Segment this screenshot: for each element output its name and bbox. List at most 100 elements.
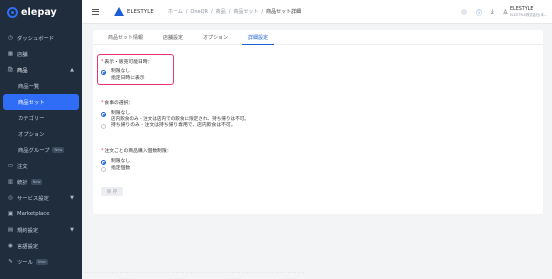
radio-button[interactable] bbox=[101, 69, 106, 75]
section-title: *注文ごとの商品購入個数制限： bbox=[101, 149, 172, 154]
document-icon: ▤ bbox=[7, 227, 14, 233]
breadcrumb-home[interactable]: ホーム bbox=[168, 8, 183, 15]
sidebar-subitem-product-list[interactable]: 商品一覧 bbox=[0, 78, 82, 94]
breadcrumb-oneqr[interactable]: OneQR bbox=[190, 9, 208, 15]
sidebar-subitem-label: カテゴリー bbox=[18, 116, 45, 122]
sidebar-item-label: 統計 bbox=[17, 180, 28, 186]
radio-label: 指定個数 bbox=[111, 166, 131, 171]
sidebar-item-products[interactable]: 🛍 商品 ▲ bbox=[0, 62, 82, 78]
sidebar-subitem-label: オプション bbox=[18, 132, 45, 138]
chevron-up-icon: ▲ bbox=[70, 67, 74, 73]
header-actions: ⓘ ⤓ ♙ ELESTYLE ELESTYLE株式会社(本... bbox=[460, 0, 547, 24]
dashboard-icon: ◷ bbox=[8, 35, 13, 41]
logo-text: elepay bbox=[21, 6, 57, 18]
display-time-section: *表示・販売可能日時： 制限なし 指定日時に表示 bbox=[101, 58, 152, 82]
user-icon: ♙ bbox=[502, 8, 509, 16]
menu-toggle-icon[interactable] bbox=[92, 8, 99, 15]
store-icon: ▦ bbox=[7, 51, 14, 57]
sidebar-item-orders[interactable]: ▭ 注文 bbox=[0, 158, 82, 174]
user-menu[interactable]: ELESTYLE ELESTYLE株式会社(本... bbox=[510, 7, 547, 17]
chevron-down-icon: ▼ bbox=[70, 195, 74, 201]
sidebar-item-stores[interactable]: ▦ 店舗 bbox=[0, 46, 82, 62]
new-badge: New bbox=[35, 259, 48, 265]
sidebar-subitem-product-groups[interactable]: 商品グループ New bbox=[0, 142, 82, 158]
globe-icon: ◉ bbox=[8, 243, 13, 249]
sidebar-item-terms[interactable]: ▤ 規約設定 ▼ bbox=[0, 222, 82, 238]
sidebar-item-label: 商品 bbox=[17, 68, 28, 74]
shopping-bag-icon: 🛍 bbox=[7, 67, 14, 73]
breadcrumb-products[interactable]: 商品 bbox=[216, 8, 226, 15]
radio-button[interactable] bbox=[101, 159, 106, 165]
app-root: elepay ◷ ダッシュボード ▦ 店舗 🛍 商品 ▲ 商品一覧 商品セット bbox=[0, 0, 552, 279]
marketplace-icon: ▣ bbox=[7, 211, 14, 217]
sidebar-item-dashboard[interactable]: ◷ ダッシュボード bbox=[0, 30, 82, 46]
sidebar-item-tools[interactable]: ✎ ツール New bbox=[0, 254, 82, 270]
breadcrumb-product-sets[interactable]: 商品セット bbox=[233, 8, 258, 15]
tab-options[interactable]: オプション bbox=[193, 30, 238, 44]
help-icon[interactable]: ⓘ bbox=[476, 8, 482, 17]
radio-label: 制限なし bbox=[111, 69, 131, 74]
receipt-icon: ▭ bbox=[7, 163, 14, 169]
chart-icon: ▥ bbox=[7, 179, 14, 185]
sidebar-subitem-label: 商品セット bbox=[18, 100, 45, 106]
sidebar-item-service-settings[interactable]: ◎ サービス設定 ▼ bbox=[0, 190, 82, 206]
sidebar-item-label: サービス設定 bbox=[17, 196, 49, 202]
chevron-down-icon: ▼ bbox=[70, 227, 74, 233]
elepay-logo-icon bbox=[7, 6, 18, 18]
radio-button[interactable] bbox=[101, 123, 106, 129]
radio-button[interactable] bbox=[101, 166, 106, 172]
sidebar-item-label: 店舗 bbox=[17, 52, 28, 58]
brand: ELESTYLE bbox=[114, 7, 154, 16]
sidebar-item-label: ダッシュボード bbox=[17, 36, 55, 42]
logo[interactable]: elepay bbox=[0, 0, 82, 24]
notification-icon[interactable] bbox=[460, 9, 467, 15]
sidebar-item-label: ツール bbox=[17, 260, 33, 266]
sidebar-subitem-label: 商品グループ bbox=[18, 148, 50, 154]
sidebar-item-label: 言語設定 bbox=[17, 244, 39, 250]
sidebar-item-stats[interactable]: ▥ 統計 New bbox=[0, 174, 82, 190]
brand-logo-icon bbox=[114, 7, 124, 16]
radio-label: 指定日時に表示 bbox=[111, 76, 145, 81]
new-badge: New bbox=[30, 179, 43, 185]
brand-name: ELESTYLE bbox=[127, 8, 154, 15]
sidebar: elepay ◷ ダッシュボード ▦ 店舗 🛍 商品 ▲ 商品一覧 商品セット bbox=[0, 0, 82, 279]
tab-set-info[interactable]: 商品セット情報 bbox=[98, 30, 153, 44]
sidebar-subitem-product-sets[interactable]: 商品セット bbox=[3, 94, 79, 110]
radio-option[interactable]: 制限なし 店内飲食のみ - 注文は店内での飲食に限定され、持ち帰りは不可。 bbox=[101, 111, 249, 123]
meal-selection-section: *食事の選択： 制限なし 店内飲食のみ - 注文は店内での飲食に限定され、持ち帰… bbox=[101, 99, 249, 129]
sidebar-subitem-label: 商品一覧 bbox=[18, 84, 40, 90]
sidebar-nav: ◷ ダッシュボード ▦ 店舗 🛍 商品 ▲ 商品一覧 商品セット カテゴリー オ… bbox=[0, 30, 82, 270]
wrench-icon: ✎ bbox=[8, 259, 13, 265]
new-badge: New bbox=[52, 147, 65, 153]
download-icon[interactable]: ⤓ bbox=[491, 8, 494, 16]
section-title: *食事の選択： bbox=[101, 101, 134, 106]
radio-button[interactable] bbox=[101, 111, 106, 117]
breadcrumb-current: 商品セット詳細 bbox=[266, 9, 302, 15]
radio-label: 持ち帰りのみ - 注文は持ち帰り専用で、店内飲食は不可。 bbox=[111, 123, 236, 128]
sidebar-item-marketplace[interactable]: ▣ Marketplace bbox=[0, 206, 82, 222]
settings-card: 商品セット情報 店舗設定 オプション 詳細設定 *表示・販売可能日時： 制限なし… bbox=[93, 30, 543, 214]
breadcrumb: ホーム / OneQR / 商品 / 商品セット / 商品セット詳細 bbox=[167, 8, 302, 16]
radio-option[interactable]: 指定個数 bbox=[101, 166, 172, 172]
sidebar-item-label: 規約設定 bbox=[17, 228, 39, 234]
scroll-indicator: · · · · · · · · · · · · · · · · · · · · … bbox=[84, 270, 304, 275]
user-company: ELESTYLE株式会社(本... bbox=[510, 13, 547, 17]
radio-option[interactable]: 制限なし bbox=[101, 69, 152, 75]
quantity-limit-section: *注文ごとの商品購入個数制限： 制限なし 指定個数 bbox=[101, 147, 172, 172]
sidebar-item-label: 注文 bbox=[17, 164, 28, 170]
sidebar-subitem-options[interactable]: オプション bbox=[0, 126, 82, 142]
save-button[interactable]: 保 存 bbox=[101, 187, 123, 196]
tab-detail-settings[interactable]: 詳細設定 bbox=[238, 30, 278, 45]
sidebar-subitem-categories[interactable]: カテゴリー bbox=[0, 110, 82, 126]
tab-store-settings[interactable]: 店舗設定 bbox=[153, 30, 193, 44]
settings-icon: ◎ bbox=[8, 195, 13, 201]
radio-option[interactable]: 持ち帰りのみ - 注文は持ち帰り専用で、店内飲食は不可。 bbox=[101, 123, 249, 129]
sidebar-item-language[interactable]: ◉ 言語設定 bbox=[0, 238, 82, 254]
tab-bar: 商品セット情報 店舗設定 オプション 詳細設定 bbox=[93, 30, 543, 45]
section-title: *表示・販売可能日時： bbox=[101, 60, 153, 65]
radio-option[interactable]: 指定日時に表示 bbox=[101, 76, 152, 82]
sidebar-item-label: Marketplace bbox=[17, 211, 50, 217]
radio-label: 制限なし bbox=[111, 159, 131, 164]
top-header: ELESTYLE ホーム / OneQR / 商品 / 商品セット / 商品セッ… bbox=[82, 0, 552, 24]
radio-option[interactable]: 制限なし bbox=[101, 159, 172, 165]
